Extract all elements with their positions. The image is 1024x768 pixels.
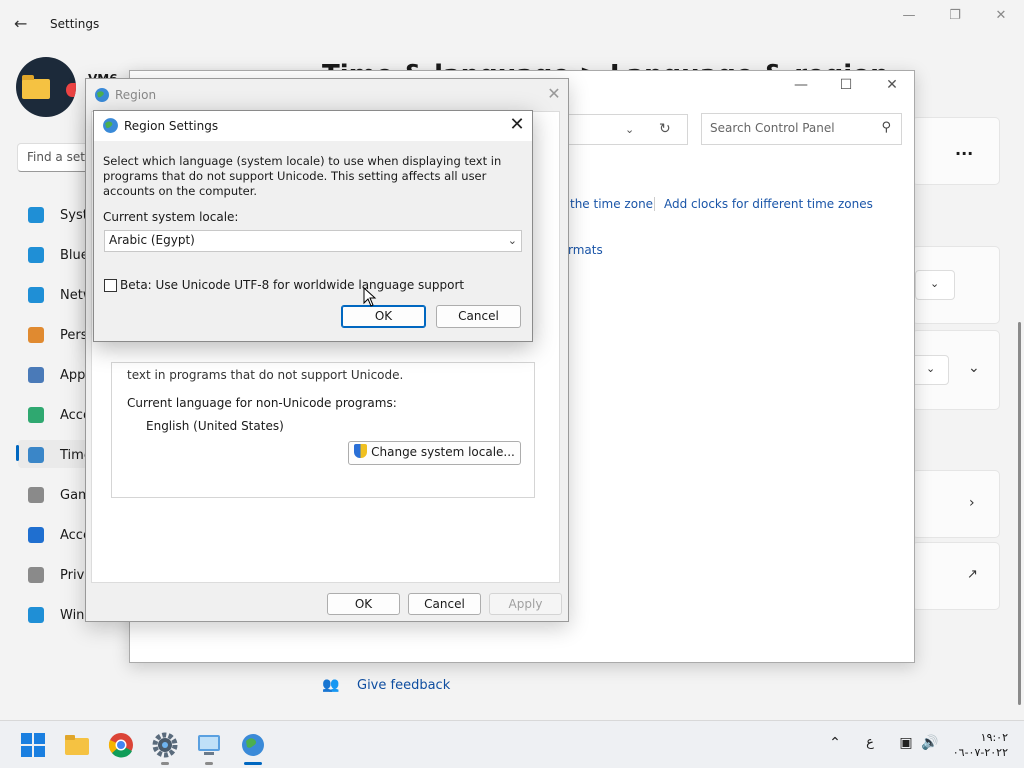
add-clocks-link[interactable]: Add clocks for different time zones [664, 197, 873, 211]
wifi-icon [28, 287, 44, 303]
chevron-down-icon[interactable]: ⌄ [625, 123, 634, 136]
bluetooth-icon [28, 247, 44, 263]
settings-card: ⌄ ⌄ [909, 330, 1000, 410]
system-locale-label: Current system locale: [103, 210, 239, 224]
region-settings-dialog: Region Settings ✕ Select which language … [93, 110, 533, 342]
start-icon[interactable] [20, 732, 46, 758]
scrollbar[interactable] [1018, 322, 1021, 705]
link-separator [654, 197, 655, 211]
avatar[interactable] [16, 57, 76, 117]
active-indicator [244, 762, 262, 765]
search-input[interactable]: Search Control Panel ⚲ [701, 113, 902, 145]
monitor-icon [28, 207, 44, 223]
close-icon[interactable]: ✕ [989, 8, 1013, 23]
apps-icon [28, 367, 44, 383]
folder-icon [22, 75, 50, 99]
apply-button[interactable]: Apply [489, 593, 562, 615]
close-icon[interactable]: ✕ [544, 84, 564, 103]
ok-button[interactable]: OK [327, 593, 400, 615]
shield-icon [28, 567, 44, 583]
clock-time: ١٩:٠٢ [980, 731, 1008, 744]
globe-icon [95, 88, 109, 102]
chevron-right-icon: › [969, 495, 975, 511]
chevron-down-icon: ⌄ [507, 234, 517, 247]
uac-shield-icon [354, 444, 368, 458]
update-icon [28, 607, 44, 623]
gamepad-icon [28, 487, 44, 503]
chevron-down-icon: ⌄ [930, 277, 940, 290]
settings-title: Settings [50, 17, 100, 31]
change-system-locale-button[interactable]: Change system locale... [348, 441, 521, 465]
chevron-down-icon: ⌄ [926, 362, 936, 375]
formats-link[interactable]: rmats [568, 243, 603, 257]
ok-button[interactable]: OK [341, 305, 426, 328]
globe-icon [103, 118, 118, 133]
volume-icon[interactable]: 🔊 [920, 735, 940, 751]
region-globe-icon[interactable] [240, 732, 266, 758]
close-icon[interactable]: ✕ [877, 77, 907, 93]
back-arrow-icon[interactable]: ← [14, 14, 36, 34]
chevron-up-icon[interactable]: ⌃ [826, 735, 844, 751]
non-unicode-group: text in programs that do not support Uni… [111, 362, 535, 498]
settings-gear-icon[interactable] [152, 732, 178, 758]
control-panel-icon[interactable] [196, 732, 222, 758]
running-indicator [161, 762, 169, 765]
search-icon[interactable]: ⚲ [881, 120, 891, 135]
external-link-icon: ↗ [967, 567, 978, 582]
nav-selected-indicator [16, 445, 19, 461]
feedback-icon: 👥 [322, 677, 340, 693]
settings-card[interactable]: ↗ [912, 542, 1000, 610]
accessibility-icon [28, 527, 44, 543]
input-indicator[interactable]: ع [862, 735, 878, 750]
chrome-icon[interactable] [108, 732, 134, 758]
dialog-title: Region Settings [124, 119, 219, 133]
utf8-beta-checkbox[interactable] [104, 279, 117, 292]
person-icon [28, 407, 44, 423]
dropdown[interactable]: ⌄ [915, 270, 955, 300]
settings-card: ⌄ [912, 246, 1000, 324]
chevron-down-icon[interactable]: ⌄ [968, 360, 980, 376]
clock-globe-icon [28, 447, 44, 463]
minimize-icon[interactable]: — [786, 77, 816, 93]
settings-card[interactable]: › [912, 470, 1000, 538]
restore-icon[interactable]: ❐ [943, 8, 967, 23]
obscured-description: text in programs that do not support Uni… [127, 368, 404, 382]
locale-description: Select which language (system locale) to… [103, 154, 502, 198]
clock[interactable]: ١٩:٠٢ ٢٠٢٢-٠٧-٠٦ [942, 730, 1008, 760]
selected-locale: Arabic (Egypt) [109, 233, 195, 247]
minimize-icon[interactable]: — [897, 8, 921, 23]
change-time-zone-link[interactable]: the time zone [570, 197, 653, 211]
clock-date: ٢٠٢٢-٠٧-٠٦ [952, 746, 1008, 759]
give-feedback-link[interactable]: Give feedback [357, 678, 450, 693]
current-language-value: English (United States) [146, 419, 284, 433]
file-explorer-icon[interactable] [64, 732, 90, 758]
cancel-button[interactable]: Cancel [436, 305, 521, 328]
current-language-label: Current language for non-Unicode program… [127, 396, 397, 410]
utf8-beta-label[interactable]: Beta: Use Unicode UTF-8 for worldwide la… [120, 278, 464, 292]
refresh-icon[interactable]: ↻ [659, 121, 671, 137]
address-bar[interactable]: ⌄ ↻ [568, 114, 688, 145]
search-placeholder: Search Control Panel [710, 121, 835, 135]
maximize-icon[interactable]: ☐ [831, 77, 861, 93]
network-icon[interactable]: ▣ [896, 735, 916, 751]
brush-icon [28, 327, 44, 343]
taskbar: ⌃ ع ▣ 🔊 ١٩:٠٢ ٢٠٢٢-٠٧-٠٦ [0, 720, 1024, 768]
dialog-title: Region [115, 88, 157, 102]
more-options-icon[interactable]: ... [955, 140, 973, 159]
chrome-icon [66, 83, 76, 97]
close-icon[interactable]: ✕ [506, 114, 528, 135]
settings-card: ... [912, 117, 1000, 185]
change-system-locale-label: Change system locale... [371, 445, 515, 459]
mouse-cursor-icon [363, 287, 377, 307]
running-indicator [205, 762, 213, 765]
system-locale-select[interactable]: Arabic (Egypt) ⌄ [104, 230, 522, 252]
dropdown[interactable]: ⌄ [909, 355, 949, 385]
cancel-button[interactable]: Cancel [408, 593, 481, 615]
